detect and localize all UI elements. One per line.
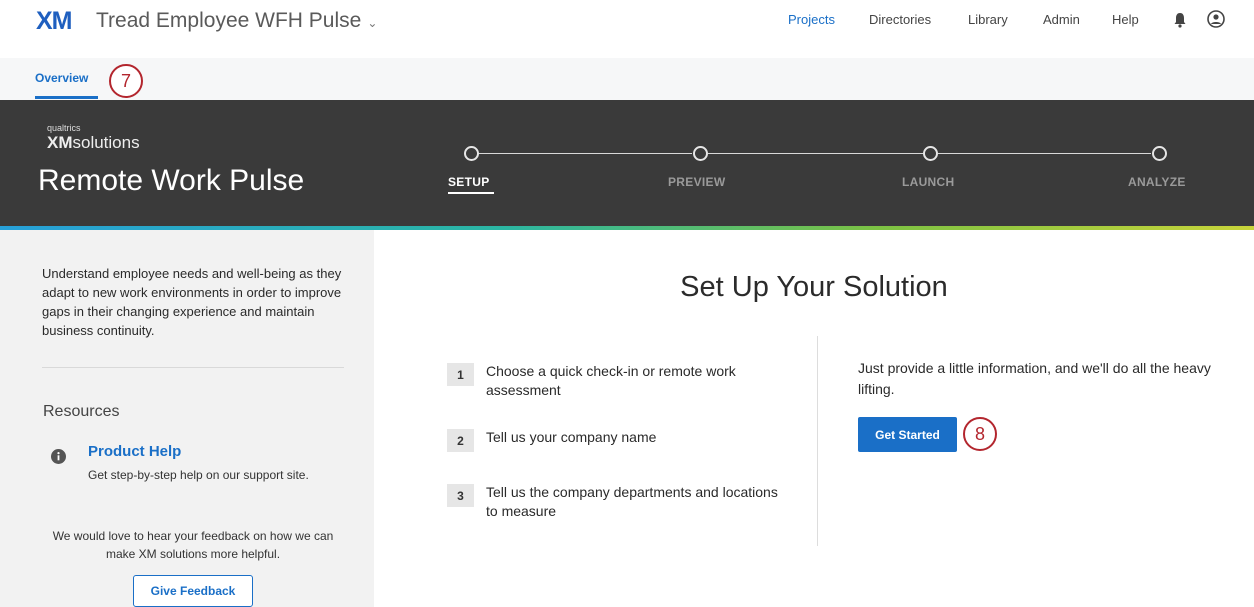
bell-icon[interactable] — [1173, 12, 1187, 28]
step-connector — [938, 153, 1151, 154]
nav-library[interactable]: Library — [968, 12, 1008, 27]
setup-step: 3 Tell us the company departments and lo… — [447, 483, 786, 521]
brand-xm-solutions: XMsolutions — [47, 133, 140, 152]
callout-badge-8: 8 — [963, 417, 997, 451]
callout-badge-7: 7 — [109, 64, 143, 98]
step-text: Tell us the company departments and loca… — [486, 484, 778, 519]
tab-overview[interactable]: Overview — [35, 71, 88, 85]
product-help-link[interactable]: Product Help — [88, 443, 181, 460]
step-number: 3 — [447, 484, 474, 507]
divider — [42, 367, 344, 368]
step-dot-setup[interactable] — [464, 146, 479, 161]
step-dot-analyze[interactable] — [1152, 146, 1167, 161]
solution-header: qualtrics XMsolutions Remote Work Pulse … — [0, 100, 1254, 226]
setup-step: 2 Tell us your company name — [447, 428, 786, 452]
nav-help[interactable]: Help — [1112, 12, 1139, 27]
page-title: Set Up Your Solution — [680, 271, 948, 303]
step-number: 2 — [447, 429, 474, 452]
nav-admin[interactable]: Admin — [1043, 12, 1080, 27]
step-active-indicator — [448, 192, 494, 194]
solution-title: Remote Work Pulse — [38, 164, 305, 197]
get-started-button[interactable]: Get Started — [858, 417, 957, 452]
top-bar: XM Tread Employee WFH Pulse ⌄ Projects D… — [0, 0, 1254, 58]
step-text: Tell us your company name — [486, 429, 657, 445]
step-preview[interactable]: PREVIEW — [668, 175, 725, 189]
tab-active-indicator — [35, 96, 98, 99]
nav-directories[interactable]: Directories — [869, 12, 931, 27]
step-dot-launch[interactable] — [923, 146, 938, 161]
product-help-description: Get step-by-step help on our support sit… — [88, 468, 309, 482]
step-connector — [479, 153, 692, 154]
give-feedback-button[interactable]: Give Feedback — [133, 575, 253, 607]
step-dot-preview[interactable] — [693, 146, 708, 161]
tab-bar: Overview 7 — [0, 58, 1254, 100]
feedback-prompt: We would love to hear your feedback on h… — [52, 529, 334, 561]
setup-step: 1 Choose a quick check-in or remote work… — [447, 362, 786, 400]
sidebar: Understand employee needs and well-being… — [0, 230, 374, 607]
resources-heading: Resources — [43, 403, 120, 420]
chevron-down-icon: ⌄ — [367, 16, 378, 30]
step-number: 1 — [447, 363, 474, 386]
column-divider — [817, 336, 818, 546]
step-connector — [708, 153, 923, 154]
step-setup[interactable]: SETUP — [448, 175, 490, 189]
solution-description: Understand employee needs and well-being… — [42, 266, 342, 338]
nav-projects[interactable]: Projects — [788, 12, 835, 27]
step-text: Choose a quick check-in or remote work a… — [486, 363, 736, 398]
project-selector[interactable]: Tread Employee WFH Pulse ⌄ — [96, 9, 377, 33]
info-icon — [51, 449, 66, 464]
intro-text: Just provide a little information, and w… — [858, 360, 1211, 397]
brand-qualtrics: qualtrics — [47, 123, 81, 133]
step-analyze[interactable]: ANALYZE — [1128, 175, 1186, 189]
xm-logo[interactable]: XM — [36, 7, 72, 36]
step-launch[interactable]: LAUNCH — [902, 175, 954, 189]
user-icon[interactable] — [1207, 10, 1225, 28]
project-title: Tread Employee WFH Pulse — [96, 9, 362, 32]
